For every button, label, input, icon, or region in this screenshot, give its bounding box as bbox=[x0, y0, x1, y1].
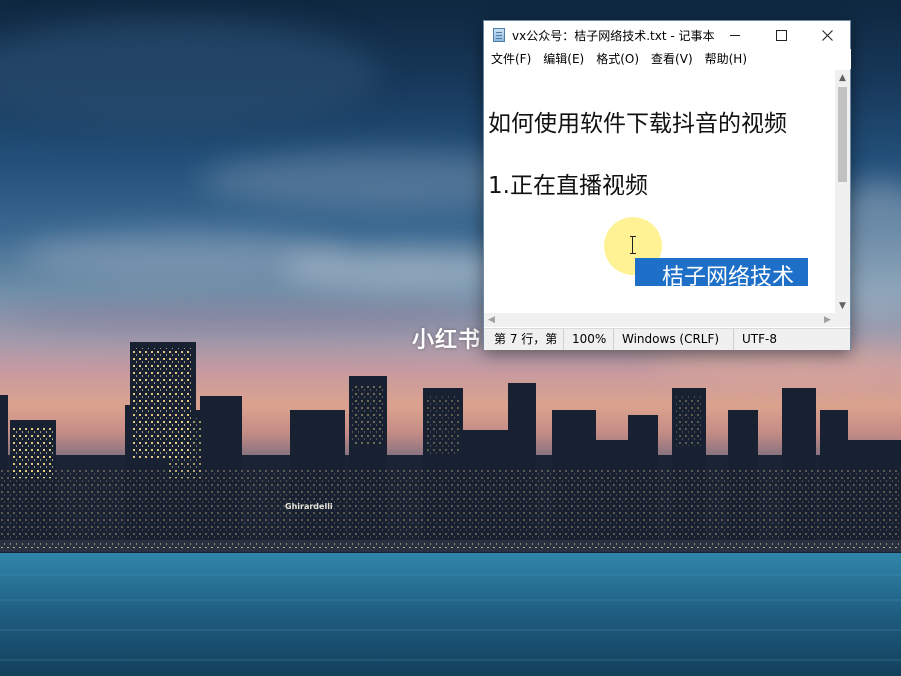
close-button[interactable] bbox=[804, 21, 850, 49]
status-encoding: UTF-8 bbox=[733, 329, 850, 350]
menu-view[interactable]: 查看(V) bbox=[645, 49, 699, 69]
scroll-right-arrow-icon[interactable]: ▶ bbox=[820, 313, 835, 327]
selected-text: 桔子网络技术 bbox=[662, 265, 795, 290]
scroll-down-arrow-icon[interactable]: ▼ bbox=[835, 298, 850, 313]
title-bar[interactable]: vx公众号：桔子网络技术.txt - 记事本 bbox=[484, 21, 850, 49]
scroll-up-arrow-icon[interactable]: ▲ bbox=[835, 70, 850, 85]
close-icon bbox=[821, 29, 833, 41]
menu-format[interactable]: 格式(O) bbox=[590, 49, 645, 69]
text-line-1: 如何使用软件下载抖音的视频 bbox=[488, 111, 787, 137]
maximize-button[interactable] bbox=[758, 21, 804, 49]
horizontal-scrollbar[interactable]: ◀ ▶ bbox=[484, 313, 835, 327]
menu-edit[interactable]: 编辑(E) bbox=[537, 49, 590, 69]
menu-bar: 文件(F) 编辑(E) 格式(O) 查看(V) 帮助(H) bbox=[484, 49, 851, 69]
minimize-icon bbox=[730, 34, 740, 36]
text-line-2: 1.正在直播视频 bbox=[488, 173, 648, 199]
vertical-scrollbar[interactable]: ▲ ▼ bbox=[835, 70, 850, 313]
scrollbar-corner bbox=[835, 313, 850, 327]
status-zoom-level: 100% bbox=[563, 329, 613, 350]
window-title: vx公众号：桔子网络技术.txt - 记事本 bbox=[512, 29, 715, 43]
menu-file[interactable]: 文件(F) bbox=[485, 49, 537, 69]
vertical-scroll-thumb[interactable] bbox=[838, 87, 847, 182]
text-cursor-icon bbox=[630, 236, 636, 254]
notepad-app-icon[interactable] bbox=[493, 28, 505, 42]
menu-help[interactable]: 帮助(H) bbox=[699, 49, 753, 69]
status-bar: 第 7 行，第 100% Windows (CRLF) UTF-8 bbox=[484, 328, 850, 350]
minimize-button[interactable] bbox=[712, 21, 758, 49]
maximize-icon bbox=[775, 29, 787, 41]
status-line-ending: Windows (CRLF) bbox=[613, 329, 733, 350]
notepad-window[interactable]: vx公众号：桔子网络技术.txt - 记事本 文件(F) 编辑(E) 格式(O)… bbox=[483, 20, 851, 350]
text-editor-area[interactable]: 如何使用软件下载抖音的视频 1.正在直播视频 桔子网络技术 bbox=[484, 70, 835, 313]
svg-text:Ghirardelli: Ghirardelli bbox=[285, 502, 333, 511]
scroll-left-arrow-icon[interactable]: ◀ bbox=[484, 313, 499, 327]
status-cursor-position: 第 7 行，第 bbox=[494, 332, 558, 346]
watermark-text: 小红书 bbox=[412, 328, 482, 353]
